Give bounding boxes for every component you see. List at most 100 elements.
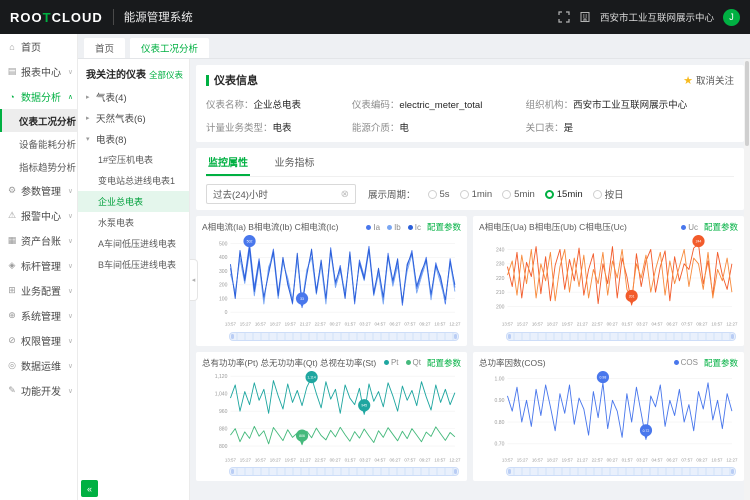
tree-item-air-compressor[interactable]: 1#空压机电表 bbox=[78, 149, 189, 170]
svg-text:18:27: 18:27 bbox=[270, 321, 282, 326]
line-chart-power[interactable]: 1,1201,04096088080013:5715:2716:5718:271… bbox=[202, 369, 461, 467]
org-name[interactable]: 西安市工业互联网展示中心 bbox=[600, 10, 714, 24]
legend-item[interactable]: Ic bbox=[408, 223, 421, 232]
legend-item[interactable]: Ib bbox=[387, 223, 401, 232]
svg-text:18:27: 18:27 bbox=[547, 321, 559, 326]
sidebar-item-home[interactable]: ⌂首页 bbox=[0, 34, 77, 59]
radio-icon bbox=[593, 190, 602, 199]
radio-15min[interactable]: 15min bbox=[545, 189, 583, 200]
sidebar-item-feature-dev[interactable]: ✎功能开发∨ bbox=[0, 378, 77, 403]
field-label: 关口表： bbox=[526, 123, 564, 134]
tree-group-natural-gas[interactable]: ▸天然气表(6) bbox=[78, 107, 189, 128]
svg-text:0: 0 bbox=[225, 310, 228, 316]
legend-item[interactable]: Qt bbox=[406, 358, 421, 367]
chevron-down-icon: ∨ bbox=[68, 312, 73, 320]
chevron-down-icon: ∨ bbox=[68, 187, 73, 195]
tree-item-substation[interactable]: 变电站总进线电表1 bbox=[78, 170, 189, 191]
svg-text:19:57: 19:57 bbox=[562, 321, 574, 326]
page-tab-home[interactable]: 首页 bbox=[84, 38, 125, 58]
svg-text:07:57: 07:57 bbox=[681, 457, 693, 462]
sidebar-item-reports[interactable]: ▤报表中心∨ bbox=[0, 59, 77, 84]
svg-text:10:57: 10:57 bbox=[711, 321, 723, 326]
configure-params-link[interactable]: 配置参数 bbox=[427, 357, 461, 369]
svg-text:16:57: 16:57 bbox=[255, 457, 267, 462]
chart-title: 总功率因数(COS) bbox=[479, 357, 668, 369]
chart-brush[interactable] bbox=[229, 332, 459, 341]
page-tab-bar: 首页 仪表工况分析 bbox=[78, 34, 750, 59]
tree-group-label: 电表(8) bbox=[96, 132, 127, 146]
unfollow-label: 取消关注 bbox=[696, 73, 734, 87]
tree-item-water-pump[interactable]: 水泵电表 bbox=[78, 212, 189, 233]
svg-text:19:57: 19:57 bbox=[285, 321, 297, 326]
line-chart-power-factor[interactable]: 1.000.900.800.7013:5715:2716:5718:2719:5… bbox=[479, 369, 738, 467]
sidebar-item-permissions[interactable]: ⊘权限管理∨ bbox=[0, 328, 77, 353]
sidebar-item-data-ops[interactable]: ◎数据运维∨ bbox=[0, 353, 77, 378]
configure-params-link[interactable]: 配置参数 bbox=[704, 357, 738, 369]
tab-business-indicators[interactable]: 业务指标 bbox=[272, 148, 316, 174]
svg-text:960: 960 bbox=[219, 408, 228, 414]
legend-item[interactable]: Pt bbox=[384, 358, 399, 367]
chevron-down-icon: ∨ bbox=[68, 212, 73, 220]
svg-text:21:27: 21:27 bbox=[300, 457, 312, 462]
fullscreen-icon[interactable] bbox=[558, 11, 570, 23]
chart-title: A相电压(Ua) B相电压(Ub) C相电压(Uc) bbox=[479, 221, 675, 233]
field-meter-code: 仪表编码：electric_meter_total bbox=[352, 97, 526, 111]
page-tab-meter-condition[interactable]: 仪表工况分析 bbox=[130, 38, 209, 58]
configure-params-link[interactable]: 配置参数 bbox=[427, 221, 461, 233]
analysis-icon: ◔ bbox=[7, 92, 17, 102]
chevron-right-icon: ▸ bbox=[86, 93, 93, 101]
radio-5min[interactable]: 5min bbox=[502, 189, 535, 200]
tree-item-workshop-b[interactable]: B车间低压进线电表 bbox=[78, 254, 189, 275]
sidebar-subitem-meter-condition[interactable]: 仪表工况分析 bbox=[0, 109, 77, 132]
chevron-down-icon: ∨ bbox=[68, 68, 73, 76]
time-range-input[interactable]: 过去(24)小时⊗ bbox=[206, 184, 356, 204]
chart-legend: COS bbox=[674, 358, 698, 367]
svg-text:230: 230 bbox=[496, 262, 505, 268]
sidebar-item-system[interactable]: ⊕系统管理∨ bbox=[0, 303, 77, 328]
sidebar-item-business-config[interactable]: ⊞业务配置∨ bbox=[0, 278, 77, 303]
unfollow-button[interactable]: ★取消关注 bbox=[683, 73, 734, 87]
tree-group-electric[interactable]: ▾电表(8) bbox=[78, 128, 189, 149]
chart-brush[interactable] bbox=[506, 467, 736, 476]
tree-collapse-button[interactable]: « bbox=[81, 480, 98, 497]
sidebar-item-data-analysis[interactable]: ◔数据分析∧ bbox=[0, 84, 77, 109]
radio-daily[interactable]: 按日 bbox=[593, 187, 624, 201]
tree-group-label: 天然气表(6) bbox=[96, 111, 146, 125]
svg-text:04:57: 04:57 bbox=[374, 457, 386, 462]
sidebar-item-alarms[interactable]: ⚠报警中心∨ bbox=[0, 203, 77, 228]
svg-text:01:57: 01:57 bbox=[345, 457, 357, 462]
sidebar-item-assets[interactable]: ▦资产台账∨ bbox=[0, 228, 77, 253]
all-meters-link[interactable]: 全部仪表 bbox=[149, 69, 183, 81]
panel-collapse-handle[interactable]: ◂ bbox=[190, 259, 198, 301]
radio-1min[interactable]: 1min bbox=[460, 189, 493, 200]
line-chart-current[interactable]: 500400300200100013:5715:2716:5718:2719:5… bbox=[202, 233, 461, 331]
svg-text:06:27: 06:27 bbox=[667, 457, 679, 462]
legend-item[interactable]: Uc bbox=[681, 223, 698, 232]
radio-5s[interactable]: 5s bbox=[428, 189, 450, 200]
tree-item-workshop-a[interactable]: A车间低压进线电表 bbox=[78, 233, 189, 254]
sidebar-item-benchmark[interactable]: ◈标杆管理∨ bbox=[0, 253, 77, 278]
legend-item[interactable]: COS bbox=[674, 358, 698, 367]
tree-group-gas[interactable]: ▸气表(4) bbox=[78, 86, 189, 107]
configure-params-link[interactable]: 配置参数 bbox=[704, 221, 738, 233]
svg-text:502: 502 bbox=[247, 240, 253, 244]
svg-text:0.98: 0.98 bbox=[600, 375, 607, 379]
chart-brush[interactable] bbox=[229, 467, 459, 476]
tab-monitor-attributes[interactable]: 监控属性 bbox=[206, 148, 250, 176]
field-value: 是 bbox=[564, 123, 574, 134]
svg-text:07:57: 07:57 bbox=[404, 321, 416, 326]
monitor-tools-card: 监控属性 业务指标 过去(24)小时⊗ 展示周期： 5s 1min 5min 1… bbox=[196, 148, 744, 210]
scrollbar-track[interactable] bbox=[744, 59, 750, 500]
sidebar-subitem-indicator-trend[interactable]: 指标趋势分析 bbox=[0, 155, 77, 178]
legend-item[interactable]: Ia bbox=[366, 223, 380, 232]
config-icon: ⊞ bbox=[7, 285, 17, 296]
scrollbar-thumb[interactable] bbox=[745, 61, 749, 146]
sidebar-item-parameters[interactable]: ⚙参数管理∨ bbox=[0, 178, 77, 203]
sidebar-subitem-device-energy[interactable]: 设备能耗分析 bbox=[0, 132, 77, 155]
clear-icon[interactable]: ⊗ bbox=[341, 189, 349, 200]
line-chart-voltage[interactable]: 24023022021020013:5715:2716:5718:2719:57… bbox=[479, 233, 738, 331]
field-label: 仪表名称： bbox=[206, 100, 254, 111]
tree-item-enterprise-total[interactable]: 企业总电表 bbox=[78, 191, 189, 212]
avatar[interactable]: J bbox=[723, 9, 740, 26]
chart-brush[interactable] bbox=[506, 332, 736, 341]
